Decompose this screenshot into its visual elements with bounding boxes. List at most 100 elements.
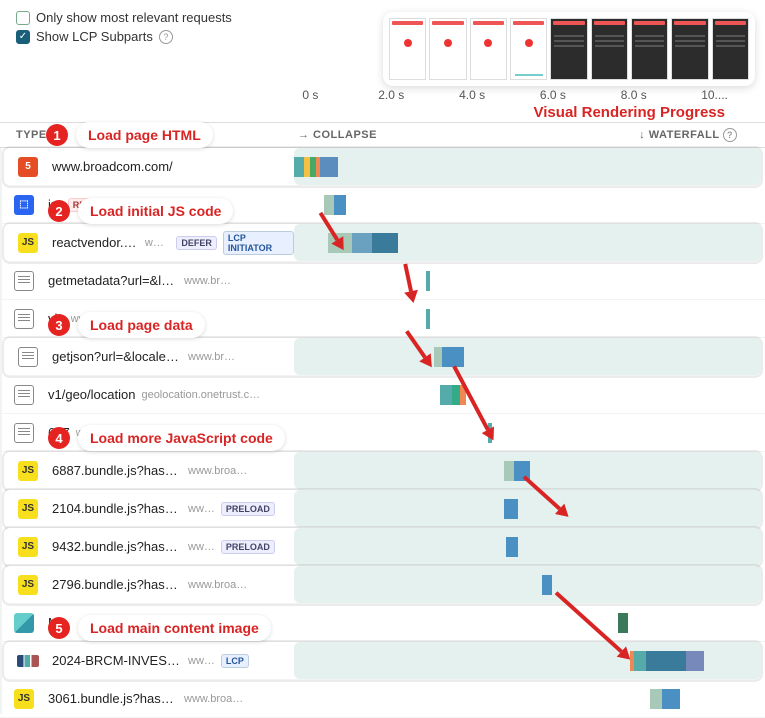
subparts-label: Show LCP Subparts: [36, 29, 153, 44]
request-row[interactable]: JS 3061.bundle.js?hash=46** www.broa…: [0, 680, 765, 718]
request-host: www.broa…: [184, 693, 243, 705]
request-row[interactable]: JS 6887.bundle.js?hash=14** www.broa…: [4, 452, 761, 490]
request-row[interactable]: 5www.broadcom.com/: [4, 148, 761, 186]
badge: PRELOAD: [221, 540, 275, 554]
annotation-callout: 4 Load more JavaScript code: [48, 425, 285, 451]
filmstrip-caption: Visual Rendering Progress: [534, 104, 725, 121]
request-url: 6887.bundle.js?hash=14**: [52, 463, 182, 478]
timing-bar[interactable]: [618, 613, 628, 633]
request-row[interactable]: JS reactvendor.b… ww… DEFER LCP INITIATOR: [4, 224, 761, 262]
timing-bar[interactable]: [294, 157, 338, 177]
callout-label: Load main content image: [78, 615, 271, 641]
request-row[interactable]: v1/geo/locationgeolocation.onetrust.c…: [0, 376, 765, 414]
timing-bar[interactable]: [630, 651, 704, 671]
request-row[interactable]: getmetadata?url=&locale=…www.br…: [0, 262, 765, 300]
annotation-callout: 3Load page data: [48, 312, 205, 338]
col-waterfall[interactable]: ↓ WATERFALL ?: [639, 128, 765, 142]
request-row[interactable]: JS9432.bundle.js?hash…ww…PRELOAD: [4, 528, 761, 566]
waterfall-cell: [294, 490, 751, 527]
request-url: 2104.bundle.js?hash…: [52, 501, 182, 516]
checkbox-icon: [16, 11, 30, 25]
timing-bar[interactable]: [506, 537, 518, 557]
callout-label: Load page HTML: [76, 122, 213, 148]
waterfall-cell: [290, 262, 755, 299]
js-file-icon: JS: [18, 233, 38, 253]
annotation-callout: 1 Load page HTML: [46, 122, 213, 148]
doc-file-icon: [14, 385, 34, 405]
waterfall-cell: [294, 224, 751, 261]
callout-label: Load more JavaScript code: [78, 425, 285, 451]
waterfall-cell: [290, 414, 755, 451]
annotation-callout: 2 Load initial JS code: [48, 198, 233, 224]
js-file-icon: JS: [18, 499, 38, 519]
request-url: www.broadcom.com/: [52, 159, 173, 174]
timeline-area: 0 s2.0 s4.0 s6.0 s8.0 s10....: [270, 0, 765, 110]
js-file-icon: JS: [18, 575, 38, 595]
request-row[interactable]: 2024-BRCM-INVESTOR… ww… LCP: [4, 642, 761, 680]
timing-bar[interactable]: [504, 499, 518, 519]
callout-number: 3: [48, 314, 70, 336]
badge: DEFER: [176, 236, 217, 250]
col-type[interactable]: TYPE: [0, 129, 48, 141]
request-url: 2796.bundle.js?hash=41**: [52, 577, 182, 592]
waterfall-cell: [290, 376, 755, 413]
request-url: 2024-BRCM-INVESTOR…: [52, 653, 182, 668]
filmstrip[interactable]: [383, 12, 755, 86]
waterfall-cell: [290, 604, 755, 641]
request-host: www.broa…: [188, 465, 247, 477]
request-url: 3061.bundle.js?hash=46**: [48, 691, 178, 706]
request-host: www.br…: [188, 351, 235, 363]
request-row[interactable]: JS2796.bundle.js?hash=41**www.broa…: [4, 566, 761, 604]
checkbox-checked-icon: ✓: [16, 30, 30, 44]
callout-number: 5: [48, 617, 70, 639]
waterfall-cell: [294, 528, 751, 565]
doc-file-icon: [18, 347, 38, 367]
time-axis: 0 s2.0 s4.0 s6.0 s8.0 s10....: [270, 88, 755, 102]
doc-file-icon: [14, 271, 34, 291]
waterfall-cell: [294, 148, 751, 185]
waterfall-cell: [294, 566, 751, 603]
waterfall-cell: [294, 338, 751, 375]
request-host: ww…: [188, 541, 215, 553]
callout-label: Load initial JS code: [78, 198, 233, 224]
css-file-icon: ⬚: [14, 195, 34, 215]
highlight-band: [294, 490, 761, 527]
request-host: geolocation.onetrust.c…: [141, 389, 260, 401]
relevant-label: Only show most relevant requests: [36, 10, 232, 25]
waterfall-cell: [290, 186, 755, 223]
request-url: reactvendor.b…: [52, 235, 139, 250]
request-host: ww…: [145, 237, 170, 249]
doc-file-icon: [14, 309, 34, 329]
js-file-icon: JS: [18, 537, 38, 557]
timing-bar[interactable]: [650, 689, 680, 709]
callout-number: 1: [46, 124, 68, 146]
waterfall-cell: [294, 642, 751, 679]
callout-number: 2: [48, 200, 70, 222]
request-host: ww…: [188, 503, 215, 515]
timing-bar[interactable]: [426, 271, 430, 291]
request-host: ww…: [188, 655, 215, 667]
badge: LCP INITIATOR: [223, 231, 294, 255]
badge: LCP: [221, 654, 249, 668]
collapse-button[interactable]: → COLLAPSE: [290, 129, 377, 141]
badge: PRELOAD: [221, 502, 275, 516]
js-file-icon: JS: [18, 461, 38, 481]
highlight-band: [294, 528, 761, 565]
timing-bar[interactable]: [426, 309, 430, 329]
img-file-icon: [14, 613, 34, 633]
timing-bar[interactable]: [542, 575, 552, 595]
callout-number: 4: [48, 427, 70, 449]
help-icon[interactable]: ?: [723, 128, 737, 142]
highlight-band: [294, 566, 761, 603]
waterfall-cell: [290, 680, 755, 717]
request-row[interactable]: getjson?url=&locale=en-us… www.br…: [4, 338, 761, 376]
imgstrip-file-icon: [17, 655, 39, 667]
help-icon[interactable]: ?: [159, 30, 173, 44]
request-url: getjson?url=&locale=en-us…: [52, 349, 182, 364]
request-url: getmetadata?url=&locale=…: [48, 273, 178, 288]
waterfall-cell: [290, 300, 755, 337]
annotation-callout: 5 Load main content image: [48, 615, 271, 641]
doc-file-icon: [14, 423, 34, 443]
js-file-icon: JS: [14, 689, 34, 709]
request-row[interactable]: JS 2104.bundle.js?hash… ww… PRELOAD: [4, 490, 761, 528]
